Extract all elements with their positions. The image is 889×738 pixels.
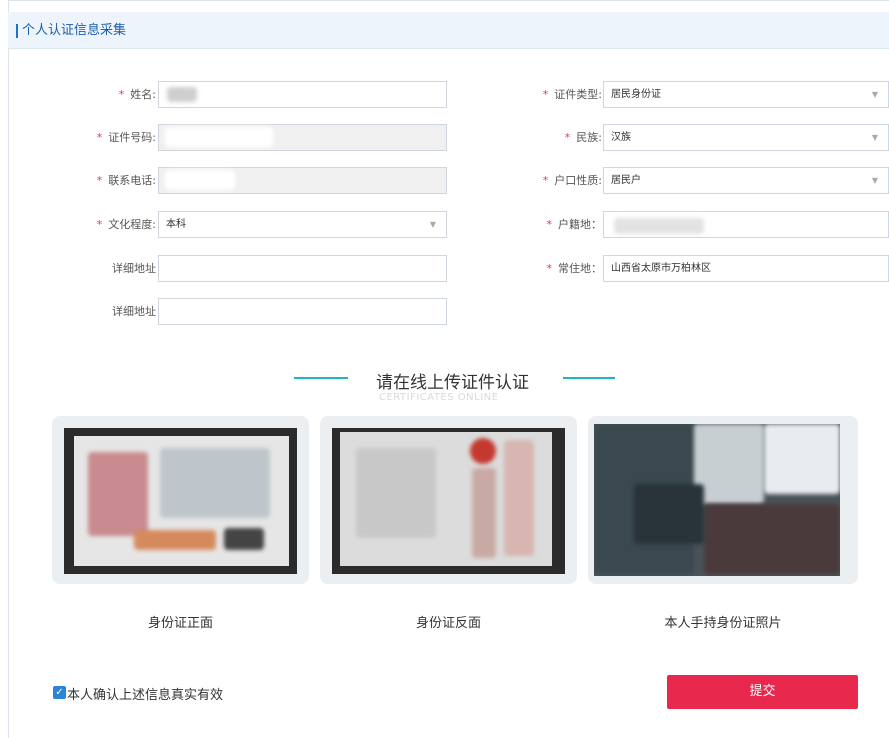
submit-button[interactable]: 提交: [667, 675, 858, 709]
holding-id-photo: [594, 424, 840, 576]
upload-card-front[interactable]: [52, 416, 309, 584]
id-number-input[interactable]: [158, 124, 447, 151]
address-input-2[interactable]: [158, 298, 447, 325]
household-type-select[interactable]: 居民户 ▼: [603, 167, 889, 194]
chevron-down-icon: ▼: [871, 90, 878, 99]
page-title: 个人认证信息采集: [22, 23, 127, 38]
confirm-checkbox[interactable]: ✓: [53, 686, 66, 699]
address-input-1[interactable]: [158, 255, 447, 282]
chevron-down-icon: ▼: [429, 220, 436, 229]
id-type-select[interactable]: 居民身份证 ▼: [603, 81, 889, 108]
ethnicity-select[interactable]: 汉族 ▼: [603, 124, 889, 151]
upload-subtitle: CERTIFICATES ONLINE: [379, 392, 499, 403]
chevron-down-icon: ▼: [871, 176, 878, 185]
name-label: * 姓名:: [118, 88, 156, 101]
id-card-back-photo: [332, 428, 565, 574]
phone-input[interactable]: [158, 167, 447, 194]
residence-input[interactable]: 山西省太原市万柏林区: [603, 255, 889, 282]
household-place-input[interactable]: [603, 211, 889, 238]
address-label-1: 详细地址: [112, 262, 156, 275]
id-card-front-photo: [64, 428, 297, 574]
caption-back: 身份证反面: [415, 616, 481, 631]
caption-holding: 本人手持身份证照片: [664, 616, 782, 631]
residence-label: * 常住地：: [546, 262, 603, 275]
address-label-2: 详细地址: [112, 305, 156, 318]
phone-label: * 联系电话:: [96, 174, 156, 187]
id-type-label: * 证件类型:: [542, 88, 602, 101]
upload-title: 请在线上传证件认证: [376, 373, 529, 393]
education-select[interactable]: 本科 ▼: [158, 211, 447, 238]
chevron-down-icon: ▼: [871, 133, 878, 142]
confirm-label[interactable]: 本人确认上述信息真实有效: [67, 684, 223, 703]
upload-card-back[interactable]: [320, 416, 577, 584]
header-accent-bar: [16, 24, 18, 38]
education-label: * 文化程度:: [96, 218, 156, 231]
ethnicity-label: * 民族:: [564, 131, 602, 144]
household-type-label: * 户口性质:: [542, 174, 602, 187]
upload-card-holding[interactable]: [588, 416, 858, 584]
id-number-label: * 证件号码:: [96, 131, 156, 144]
title-divider-right: [563, 377, 615, 379]
household-place-label: * 户籍地：: [546, 218, 603, 231]
caption-front: 身份证正面: [147, 616, 213, 631]
name-input[interactable]: [158, 81, 447, 108]
section-header: [8, 12, 889, 49]
title-divider-left: [294, 377, 348, 379]
